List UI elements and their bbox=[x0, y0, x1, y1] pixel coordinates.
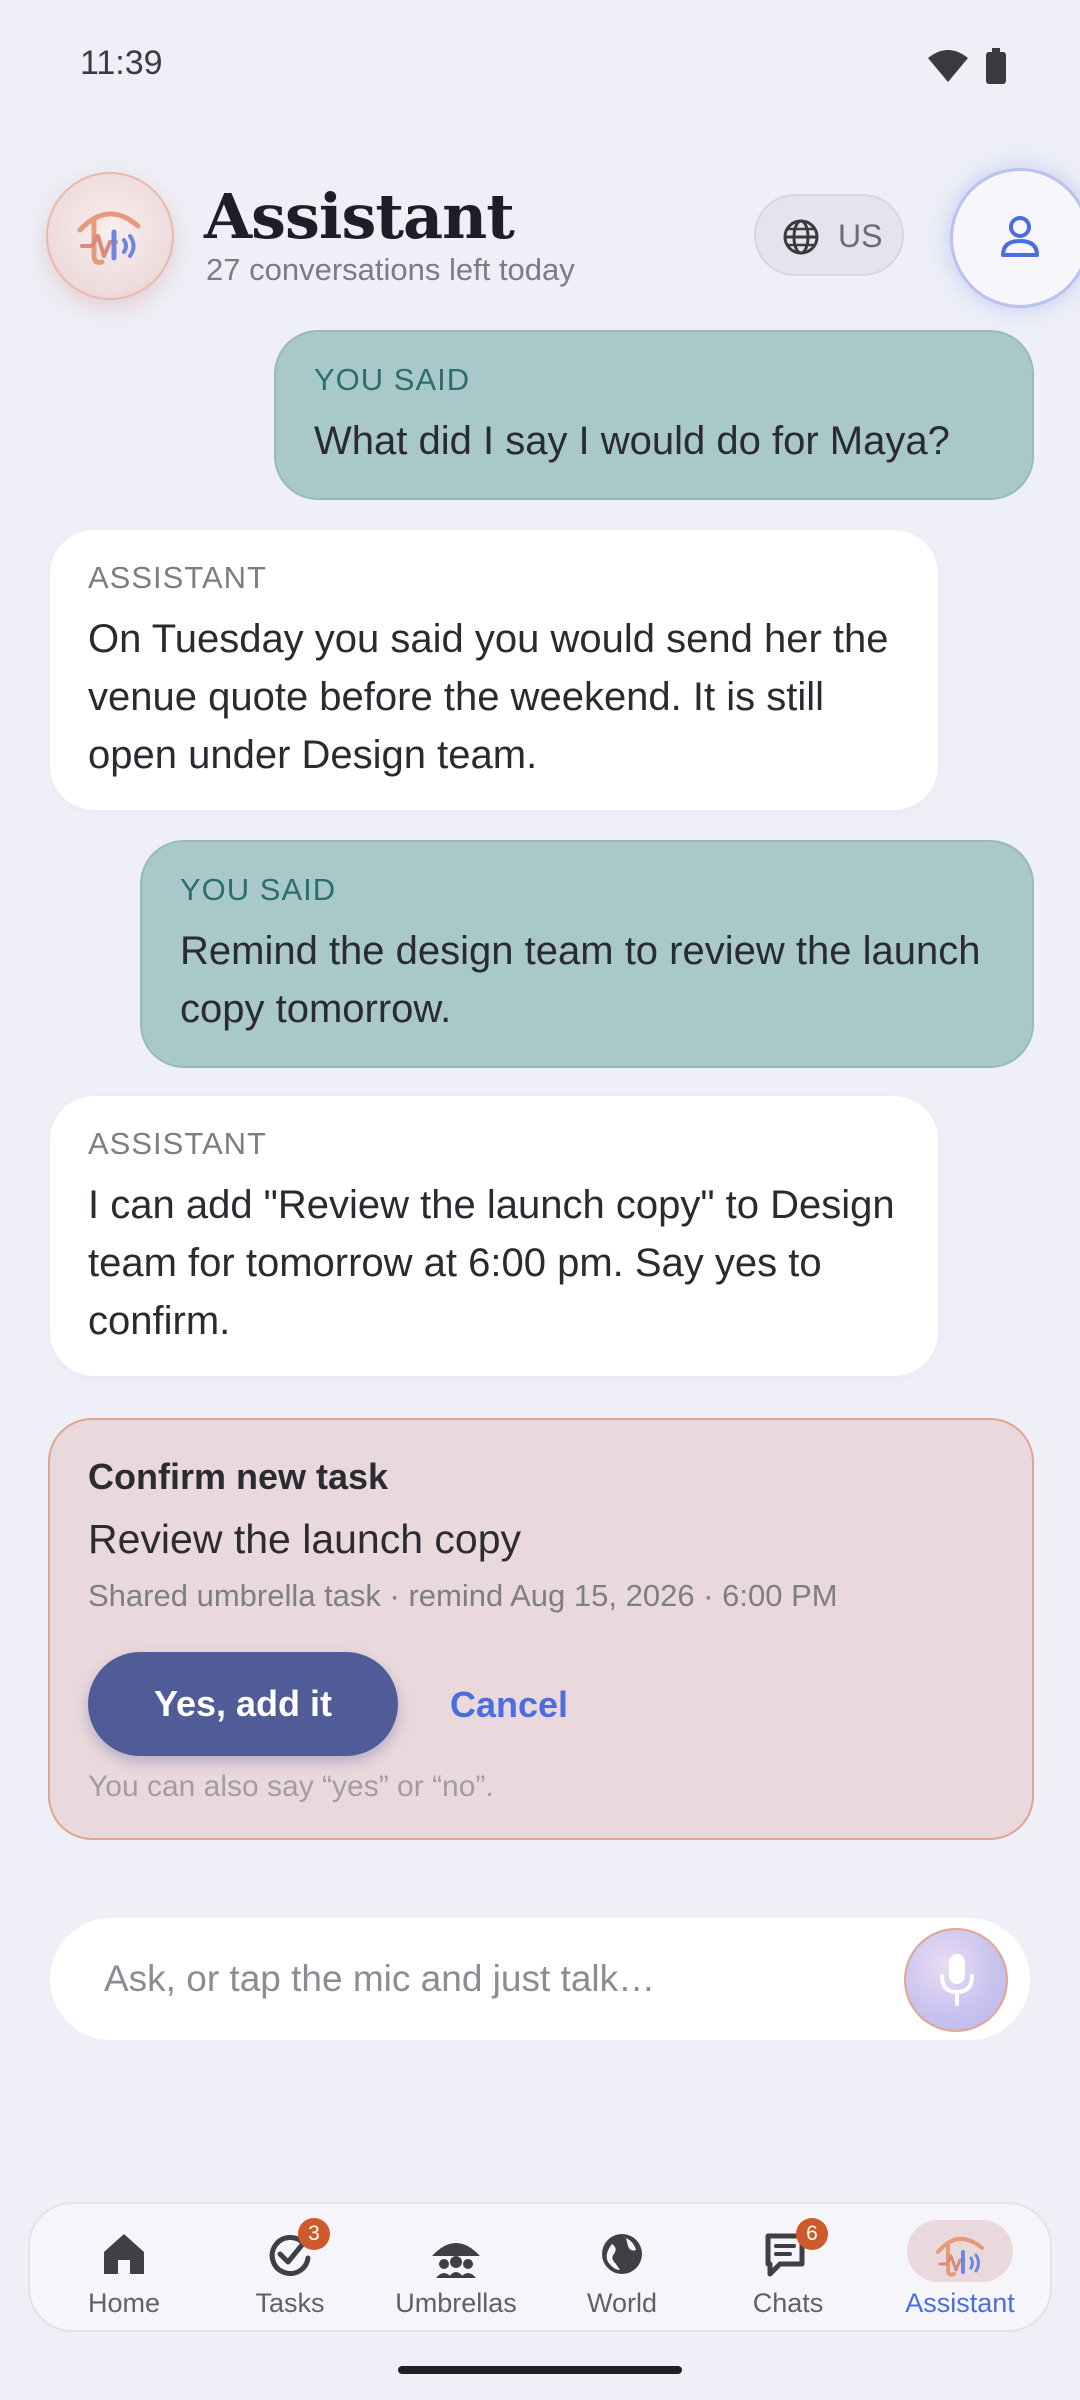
world-icon bbox=[602, 2234, 642, 2274]
chats-badge: 6 bbox=[796, 2218, 828, 2250]
nav-umbrellas-label: Umbrellas bbox=[395, 2288, 517, 2318]
user-message-bubble: YOU SAID What did I say I would do for M… bbox=[274, 330, 1034, 500]
message-text: On Tuesday you said you would send her t… bbox=[88, 617, 889, 777]
umbrella-logo-icon bbox=[77, 211, 141, 265]
tasks-icon-wrap: 3 bbox=[260, 2218, 330, 2284]
assistant-message-bubble: ASSISTANT I can add "Review the launch c… bbox=[50, 1096, 938, 1376]
nav-assistant[interactable]: Assistant bbox=[880, 2204, 1040, 2334]
tasks-badge: 3 bbox=[298, 2218, 330, 2250]
wifi-icon bbox=[928, 50, 968, 82]
message-role: YOU SAID bbox=[314, 362, 471, 397]
bottom-nav: Home 3 Tasks Umbrellas World 6 Chats Ass… bbox=[28, 2202, 1052, 2332]
ask-input[interactable]: Ask, or tap the mic and just talk… bbox=[50, 1918, 1030, 2040]
confirm-task-card: Confirm new task Review the launch copy … bbox=[48, 1418, 1034, 1840]
profile-button[interactable] bbox=[950, 168, 1080, 308]
umbrellas-icon bbox=[432, 2243, 480, 2278]
status-bar: 11:39 bbox=[0, 0, 1080, 130]
mic-button[interactable] bbox=[904, 1928, 1008, 2032]
app-logo bbox=[46, 172, 174, 300]
nav-chats[interactable]: 6 Chats bbox=[708, 2204, 868, 2334]
nav-world-label: World bbox=[586, 2288, 658, 2318]
nav-home[interactable]: Home bbox=[44, 2204, 204, 2334]
yes-add-button[interactable]: Yes, add it bbox=[88, 1652, 398, 1756]
message-role: ASSISTANT bbox=[88, 560, 267, 595]
nav-tasks-label: Tasks bbox=[255, 2288, 325, 2318]
status-time: 11:39 bbox=[80, 44, 163, 82]
globe-icon bbox=[783, 219, 819, 255]
voice-hint: You can also say “yes” or “no”. bbox=[88, 1770, 494, 1803]
message-text: I can add "Review the launch copy" to De… bbox=[88, 1183, 895, 1343]
language-label: US bbox=[838, 218, 883, 254]
battery-icon bbox=[986, 48, 1006, 84]
language-selector[interactable]: US bbox=[754, 194, 904, 276]
ask-input-placeholder: Ask, or tap the mic and just talk… bbox=[104, 1958, 656, 1999]
cancel-button[interactable]: Cancel bbox=[450, 1684, 568, 1726]
mic-icon bbox=[940, 1954, 974, 2006]
confirm-card-title: Confirm new task bbox=[88, 1456, 389, 1497]
message-role: ASSISTANT bbox=[88, 1126, 267, 1161]
nav-chats-label: Chats bbox=[752, 2288, 824, 2318]
nav-tasks[interactable]: 3 Tasks bbox=[210, 2204, 370, 2334]
message-text: What did I say I would do for Maya? bbox=[314, 419, 950, 463]
user-message-bubble: YOU SAID Remind the design team to revie… bbox=[140, 840, 1034, 1068]
chats-icon-wrap: 6 bbox=[758, 2218, 828, 2284]
conversations-left: 27 conversations left today bbox=[206, 252, 575, 287]
person-icon bbox=[1001, 216, 1039, 257]
page-title: Assistant bbox=[204, 180, 515, 253]
assistant-message-bubble: ASSISTANT On Tuesday you said you would … bbox=[50, 530, 938, 810]
nav-world[interactable]: World bbox=[542, 2204, 702, 2334]
nav-umbrellas[interactable]: Umbrellas bbox=[376, 2204, 536, 2334]
gesture-home-indicator bbox=[398, 2366, 682, 2374]
nav-home-label: Home bbox=[87, 2288, 161, 2318]
home-icon bbox=[104, 2234, 144, 2274]
message-text: Remind the design team to review the lau… bbox=[180, 929, 981, 1031]
app-header: Assistant 27 conversations left today US bbox=[0, 160, 1080, 310]
confirm-task-name: Review the launch copy bbox=[88, 1516, 522, 1562]
assistant-icon bbox=[936, 2237, 984, 2277]
nav-assistant-label: Assistant bbox=[905, 2288, 1015, 2318]
message-role: YOU SAID bbox=[180, 872, 337, 907]
confirm-task-details: Shared umbrella task · remind Aug 15, 20… bbox=[88, 1578, 838, 1613]
